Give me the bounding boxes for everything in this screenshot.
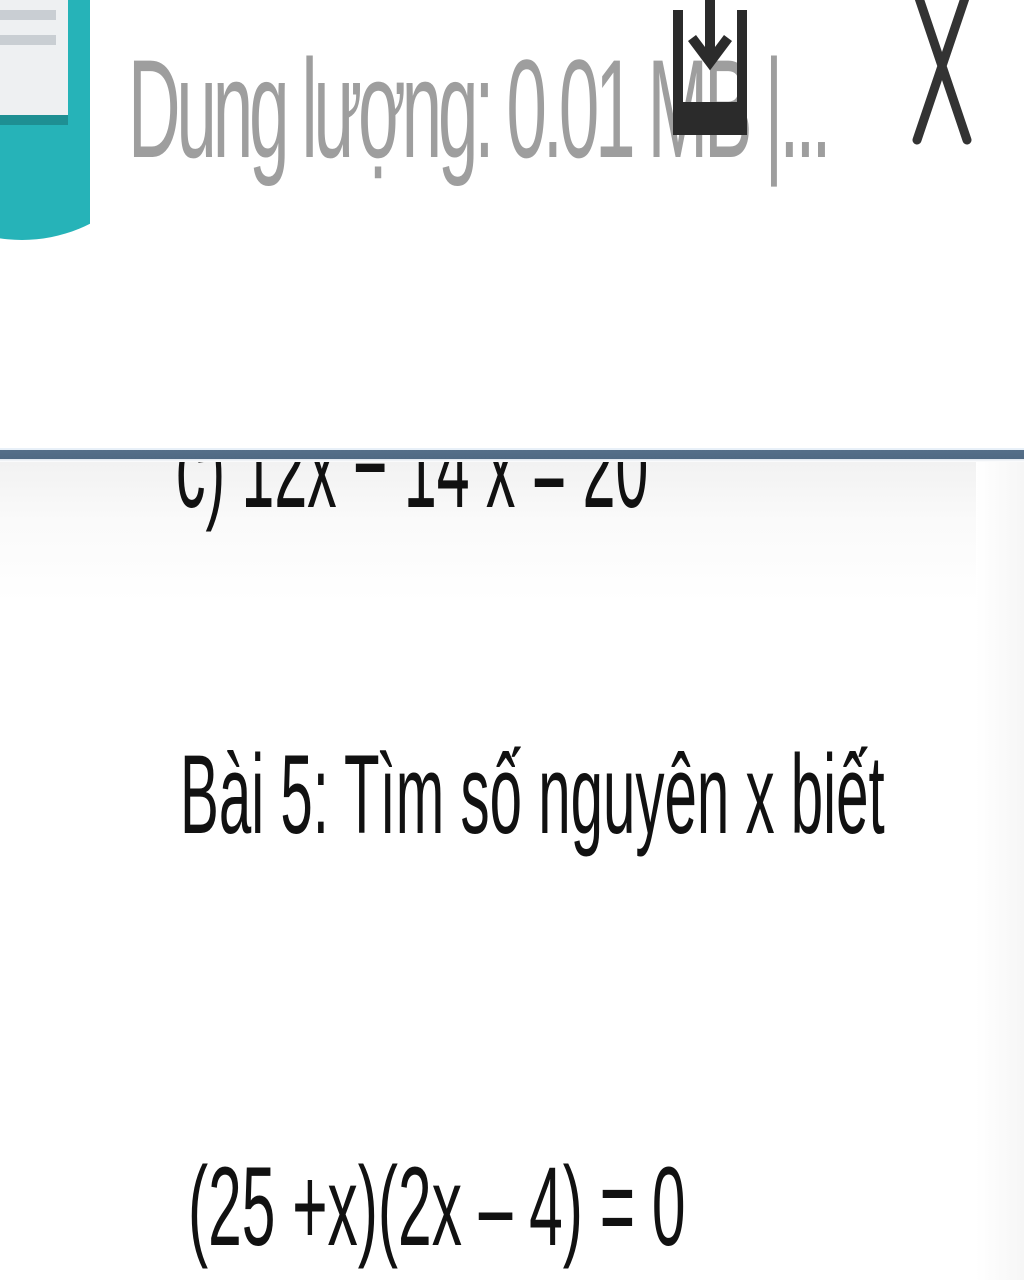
file-preview-header: Dung lượng: 0.01 MB |... — [0, 0, 1024, 450]
file-document-icon — [0, 0, 90, 240]
header-divider — [0, 448, 1024, 462]
save-download-icon — [673, 0, 747, 135]
page-edge — [976, 462, 1024, 1280]
close-icon — [912, 0, 972, 145]
close-button[interactable] — [905, 0, 977, 150]
document-viewer[interactable]: c) 12x − 14 x = 20 Bài 5: Tìm số nguyên … — [0, 462, 1024, 1280]
save-button[interactable] — [668, 0, 752, 140]
partial-exercise-line: c) 12x − 14 x = 20 — [176, 462, 649, 533]
exercise-equation: (25 +x)(2x – 4) = 0 — [188, 1144, 686, 1269]
exercise-heading: Bài 5: Tìm số nguyên x biết — [180, 732, 885, 857]
file-preview-screen: Dung lượng: 0.01 MB |... c) 12x − 14 x =… — [0, 0, 1024, 1280]
